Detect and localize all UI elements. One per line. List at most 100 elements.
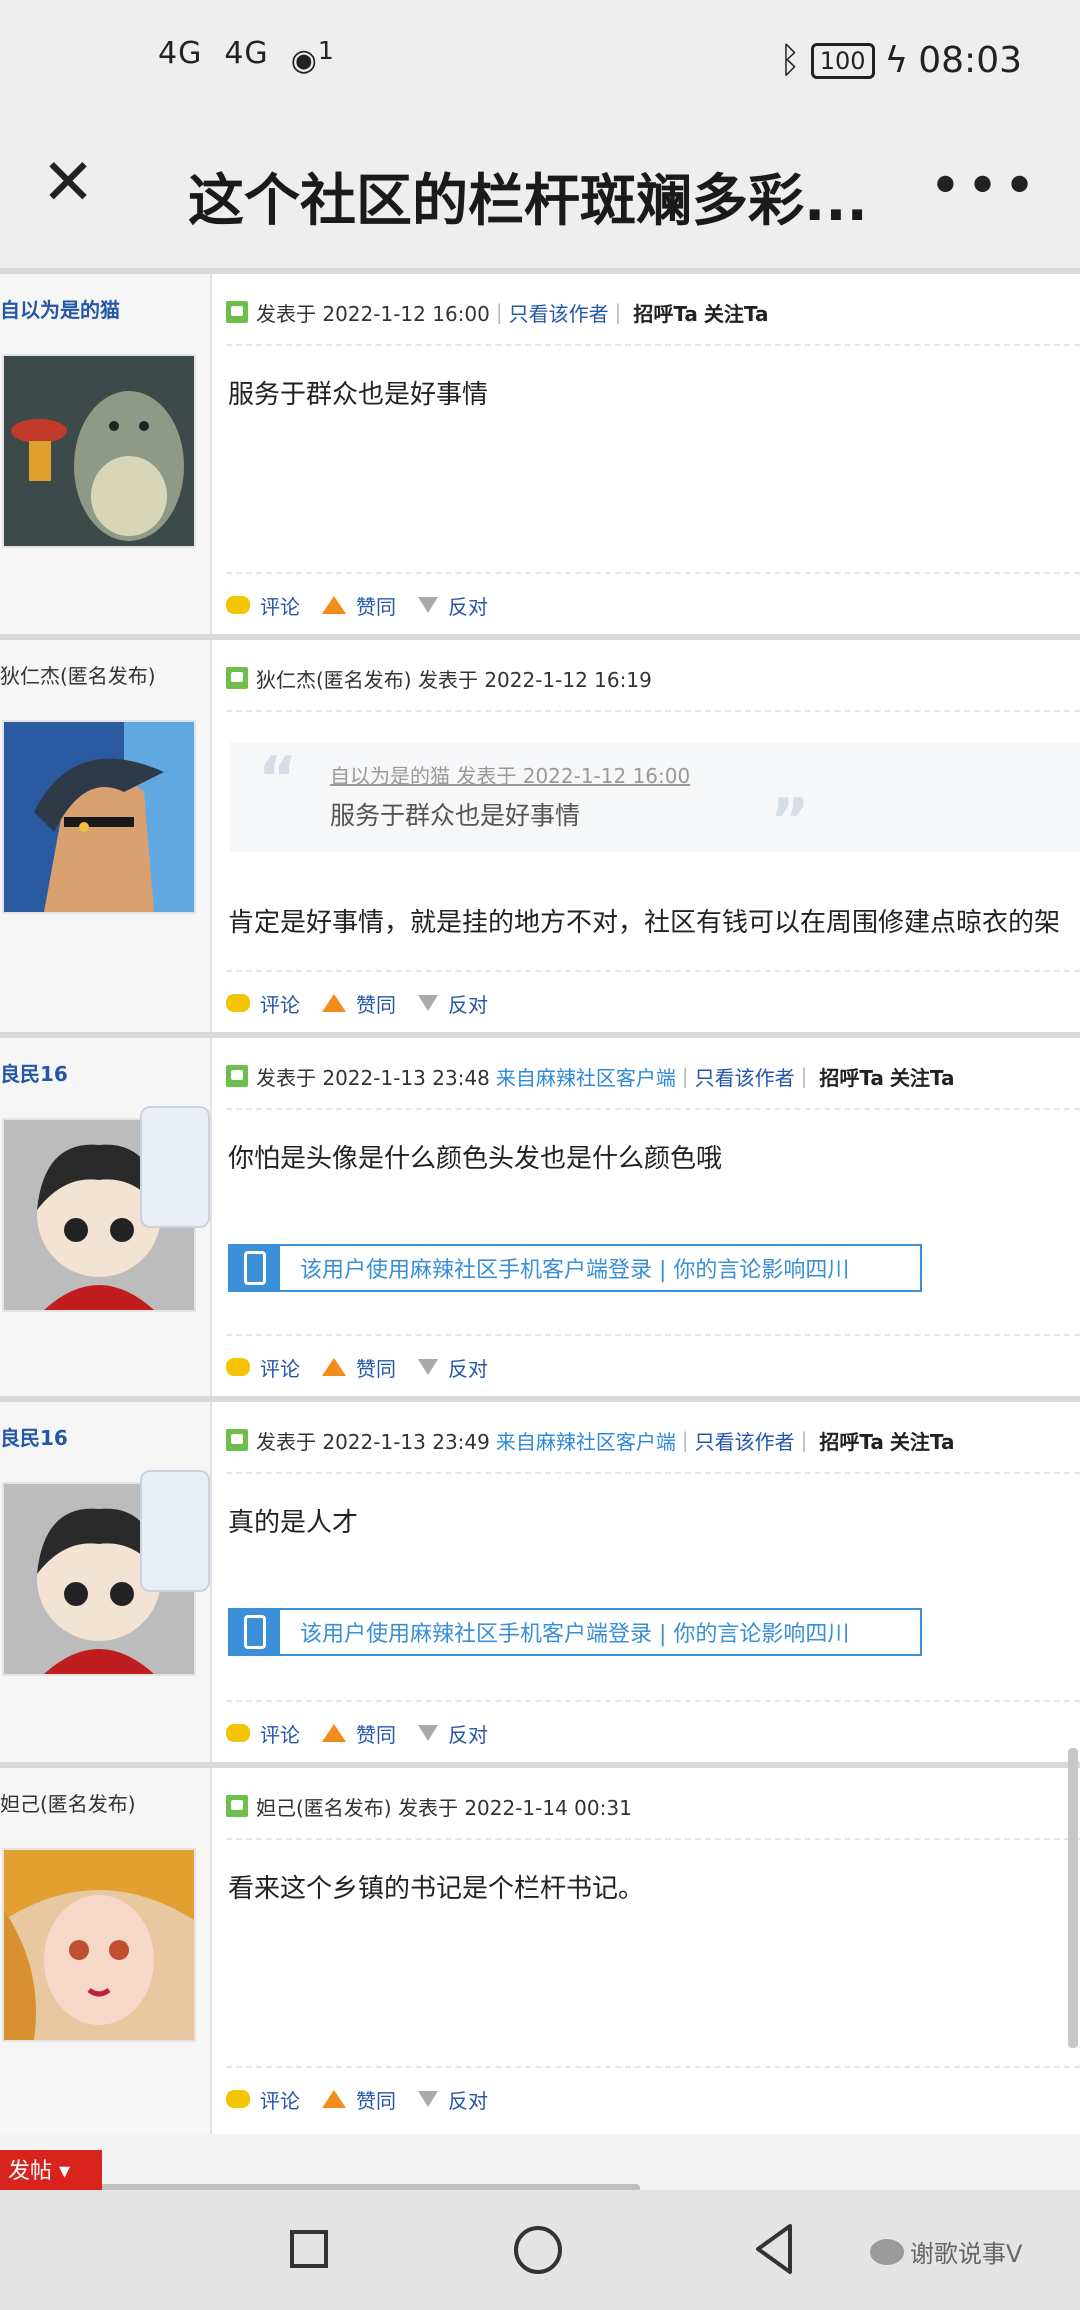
thumb-up-icon — [322, 1358, 346, 1376]
thumb-down-icon — [418, 2091, 438, 2107]
avatar[interactable] — [2, 720, 196, 914]
quote-text: 服务于群众也是好事情 — [330, 801, 581, 830]
client-source[interactable]: 来自麻辣社区客户端 — [496, 1426, 676, 1455]
phone-icon — [230, 1246, 280, 1290]
only-author-link[interactable]: 只看该作者 — [695, 1062, 795, 1091]
follow-link[interactable]: 关注Ta — [890, 1426, 955, 1455]
avatar[interactable] — [2, 1848, 196, 2042]
more-icon[interactable]: ••• — [929, 154, 1040, 219]
agree-button[interactable]: 赞同 — [322, 1719, 396, 1748]
post-actions: 评论 赞同 反对 — [226, 1700, 1080, 1764]
post-content: 真的是人才 — [228, 1508, 359, 1538]
post-actions: 评论 赞同 反对 — [226, 970, 1080, 1034]
thumb-down-icon — [418, 597, 438, 613]
post-main: 发表于 2022-1-13 23:48 来自麻辣社区客户端 | 只看该作者 | … — [226, 1038, 1080, 1402]
clock: 08:03 — [918, 40, 1022, 81]
post-main: 狄仁杰(匿名发布) 发表于 2022-1-12 16:19 “ 自以为是的猫 发… — [226, 640, 1080, 1038]
post-meta: 发表于 2022-1-13 23:49 来自麻辣社区客户端 | 只看该作者 | … — [226, 1422, 1080, 1474]
thumb-down-icon — [418, 1359, 438, 1375]
mobile-client-badge — [140, 1470, 210, 1592]
signal-indicators: 4G 4G ◉1 — [158, 36, 335, 78]
home-icon[interactable] — [514, 2226, 562, 2274]
author-name[interactable]: 良民16 — [0, 1422, 68, 1451]
vertical-scrollbar[interactable] — [1068, 1748, 1078, 2048]
greet-link[interactable]: 招呼Ta — [819, 1426, 884, 1455]
post-meta: 发表于 2022-1-13 23:48 来自麻辣社区客户端 | 只看该作者 | … — [226, 1058, 1080, 1110]
only-author-link[interactable]: 只看该作者 — [509, 298, 609, 327]
user-icon — [226, 301, 248, 323]
client-promo-text: 该用户使用麻辣社区手机客户端登录 | 你的言论影响四川 — [300, 1258, 850, 1283]
post-sidebar: 狄仁杰(匿名发布) — [0, 640, 212, 1038]
post-sidebar: 妲己(匿名发布) — [0, 1768, 212, 2134]
thumb-up-icon — [322, 1724, 346, 1742]
back-icon[interactable] — [752, 2222, 796, 2276]
quote-block: “ 自以为是的猫 发表于 2022-1-12 16:00 服务于群众也是好事情 … — [230, 742, 1080, 856]
thumb-up-icon — [322, 994, 346, 1012]
close-icon[interactable]: ✕ — [38, 148, 98, 218]
post-actions: 评论 赞同 反对 — [226, 1334, 1080, 1398]
bluetooth-icon: ᛒ — [779, 40, 801, 81]
charging-icon: ϟ — [884, 40, 909, 81]
follow-link[interactable]: 关注Ta — [704, 298, 769, 327]
author-name[interactable]: 狄仁杰(匿名发布) — [0, 660, 156, 689]
thumb-up-icon — [322, 596, 346, 614]
status-bar: 4G 4G ◉1 ᛒ 100 ϟ 08:03 — [0, 0, 1080, 118]
wifi-icon: ◉1 — [290, 36, 335, 78]
user-icon — [226, 1795, 248, 1817]
comment-button[interactable]: 评论 — [226, 989, 300, 1018]
thumb-up-icon — [322, 2090, 346, 2108]
signal-icon-2: 4G — [224, 36, 269, 71]
post-sidebar: 良民16 — [0, 1402, 212, 1768]
agree-button[interactable]: 赞同 — [322, 1353, 396, 1382]
oppose-button[interactable]: 反对 — [418, 591, 488, 620]
quote-header[interactable]: 自以为是的猫 发表于 2022-1-12 16:00 — [330, 760, 690, 789]
user-icon — [226, 667, 248, 689]
thumb-down-icon — [418, 1725, 438, 1741]
status-right: ᛒ 100 ϟ 08:03 — [779, 40, 1022, 81]
avatar[interactable] — [2, 354, 196, 548]
agree-button[interactable]: 赞同 — [322, 989, 396, 1018]
author-name[interactable]: 自以为是的猫 — [0, 294, 120, 323]
client-promo-banner[interactable]: 该用户使用麻辣社区手机客户端登录 | 你的言论影响四川 — [228, 1608, 922, 1656]
post-content: 肯定是好事情，就是挂的地方不对，社区有钱可以在周围修建点晾衣的架 — [228, 908, 1061, 938]
client-source[interactable]: 来自麻辣社区客户端 — [496, 1062, 676, 1091]
post-main: 妲己(匿名发布) 发表于 2022-1-14 00:31 看来这个乡镇的书记是个… — [226, 1768, 1080, 2134]
post-item: 妲己(匿名发布) 妲己(匿名发布) 发表于 2022-1-14 00:31 看来… — [0, 1762, 1080, 2134]
comment-icon — [226, 2090, 250, 2108]
comment-button[interactable]: 评论 — [226, 1353, 300, 1382]
post-time: 狄仁杰(匿名发布) 发表于 2022-1-12 16:19 — [256, 667, 652, 692]
comment-button[interactable]: 评论 — [226, 1719, 300, 1748]
post-main: 发表于 2022-1-13 23:49 来自麻辣社区客户端 | 只看该作者 | … — [226, 1402, 1080, 1768]
comment-icon — [226, 1724, 250, 1742]
post-time: 发表于 2022-1-13 23:49 — [256, 1429, 490, 1454]
greet-link[interactable]: 招呼Ta — [819, 1062, 884, 1091]
comment-button[interactable]: 评论 — [226, 2085, 300, 2114]
post-sidebar: 自以为是的猫 — [0, 274, 212, 640]
oppose-button[interactable]: 反对 — [418, 2085, 488, 2114]
recent-apps-icon[interactable] — [290, 2230, 328, 2268]
thread-content[interactable]: 自以为是的猫 发表于 2022-1-12 16:00 | 只看该作者 | 招呼T… — [0, 268, 1080, 2190]
thumb-down-icon — [418, 995, 438, 1011]
post-item: 良民16 发表于 2022-1-13 23:49 来自麻辣社区客户端 | 只看该… — [0, 1396, 1080, 1768]
battery-icon: 100 — [810, 42, 875, 79]
follow-link[interactable]: 关注Ta — [890, 1062, 955, 1091]
post-time: 发表于 2022-1-12 16:00 — [256, 301, 490, 326]
only-author-link[interactable]: 只看该作者 — [695, 1426, 795, 1455]
post-time: 妲己(匿名发布) 发表于 2022-1-14 00:31 — [256, 1795, 632, 1820]
oppose-button[interactable]: 反对 — [418, 989, 488, 1018]
new-post-button[interactable]: 发帖 ▾ — [0, 2150, 102, 2194]
post-time: 发表于 2022-1-13 23:48 — [256, 1065, 490, 1090]
comment-icon — [226, 596, 250, 614]
oppose-button[interactable]: 反对 — [418, 1353, 488, 1382]
comment-button[interactable]: 评论 — [226, 591, 300, 620]
author-name[interactable]: 妲己(匿名发布) — [0, 1788, 136, 1817]
oppose-button[interactable]: 反对 — [418, 1719, 488, 1748]
post-item: 狄仁杰(匿名发布) 狄仁杰(匿名发布) 发表于 2022-1-12 16:19 … — [0, 634, 1080, 1038]
client-promo-banner[interactable]: 该用户使用麻辣社区手机客户端登录 | 你的言论影响四川 — [228, 1244, 922, 1292]
post-main: 发表于 2022-1-12 16:00 | 只看该作者 | 招呼Ta 关注Ta … — [226, 274, 1080, 640]
agree-button[interactable]: 赞同 — [322, 2085, 396, 2114]
greet-link[interactable]: 招呼Ta — [633, 298, 698, 327]
author-name[interactable]: 良民16 — [0, 1058, 68, 1087]
comment-icon — [226, 1358, 250, 1376]
agree-button[interactable]: 赞同 — [322, 591, 396, 620]
